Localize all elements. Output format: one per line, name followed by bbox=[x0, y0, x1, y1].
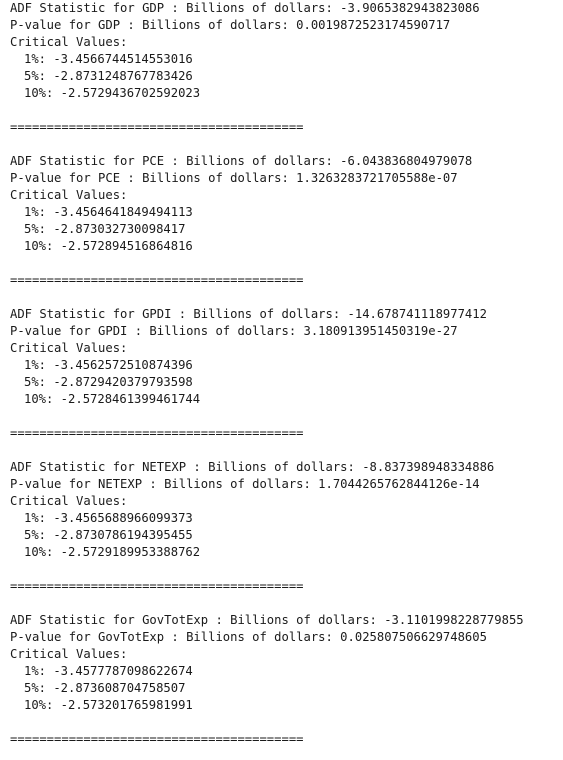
critical-value-line: 10%: -2.573201765981991 bbox=[24, 698, 193, 712]
critical-value-line: 5%: -2.873032730098417 bbox=[24, 222, 186, 236]
critical-value-line: 1%: -3.4564641849494113 bbox=[24, 205, 193, 219]
critical-value-line: 1%: -3.4577787098622674 bbox=[24, 664, 193, 678]
p-value-line: P-value for GDP : Billions of dollars: 0… bbox=[10, 18, 451, 32]
critical-values-header: Critical Values: bbox=[10, 647, 128, 661]
p-value-line: P-value for GPDI : Billions of dollars: … bbox=[10, 324, 458, 338]
critical-value-line: 10%: -2.5729436702592023 bbox=[24, 86, 201, 100]
console-output: ADF Statistic for GDP : Billions of doll… bbox=[10, 0, 560, 748]
separator-line: ======================================== bbox=[10, 426, 304, 440]
critical-value-line: 10%: -2.5728461399461744 bbox=[24, 392, 201, 406]
separator-line: ======================================== bbox=[10, 579, 304, 593]
critical-value-line: 1%: -3.4566744514553016 bbox=[24, 52, 193, 66]
adf-statistic-line: ADF Statistic for GPDI : Billions of dol… bbox=[10, 307, 487, 321]
critical-value-line: 1%: -3.4562572510874396 bbox=[24, 358, 193, 372]
p-value-line: P-value for PCE : Billions of dollars: 1… bbox=[10, 171, 458, 185]
separator-line: ======================================== bbox=[10, 732, 304, 746]
adf-statistic-line: ADF Statistic for PCE : Billions of doll… bbox=[10, 154, 473, 168]
critical-values-header: Critical Values: bbox=[10, 188, 128, 202]
critical-value-line: 5%: -2.8729420379793598 bbox=[24, 375, 193, 389]
critical-values-header: Critical Values: bbox=[10, 35, 128, 49]
adf-statistic-line: ADF Statistic for NETEXP : Billions of d… bbox=[10, 460, 495, 474]
critical-value-line: 1%: -3.4565688966099373 bbox=[24, 511, 193, 525]
adf-statistic-line: ADF Statistic for GovTotExp : Billions o… bbox=[10, 613, 524, 627]
adf-result-block: ADF Statistic for GPDI : Billions of dol… bbox=[10, 306, 560, 459]
critical-value-line: 5%: -2.8731248767783426 bbox=[24, 69, 193, 83]
adf-result-block: ADF Statistic for GDP : Billions of doll… bbox=[10, 0, 560, 153]
adf-statistic-line: ADF Statistic for GDP : Billions of doll… bbox=[10, 1, 480, 15]
separator-line: ======================================== bbox=[10, 273, 304, 287]
p-value-line: P-value for NETEXP : Billions of dollars… bbox=[10, 477, 480, 491]
critical-value-line: 5%: -2.8730786194395455 bbox=[24, 528, 193, 542]
adf-result-block: ADF Statistic for NETEXP : Billions of d… bbox=[10, 459, 560, 612]
critical-values-header: Critical Values: bbox=[10, 494, 128, 508]
adf-result-block: ADF Statistic for GovTotExp : Billions o… bbox=[10, 612, 560, 748]
critical-value-line: 10%: -2.5729189953388762 bbox=[24, 545, 201, 559]
adf-result-block: ADF Statistic for PCE : Billions of doll… bbox=[10, 153, 560, 306]
p-value-line: P-value for GovTotExp : Billions of doll… bbox=[10, 630, 487, 644]
critical-value-line: 5%: -2.873608704758507 bbox=[24, 681, 186, 695]
separator-line: ======================================== bbox=[10, 120, 304, 134]
critical-values-header: Critical Values: bbox=[10, 341, 128, 355]
critical-value-line: 10%: -2.572894516864816 bbox=[24, 239, 193, 253]
